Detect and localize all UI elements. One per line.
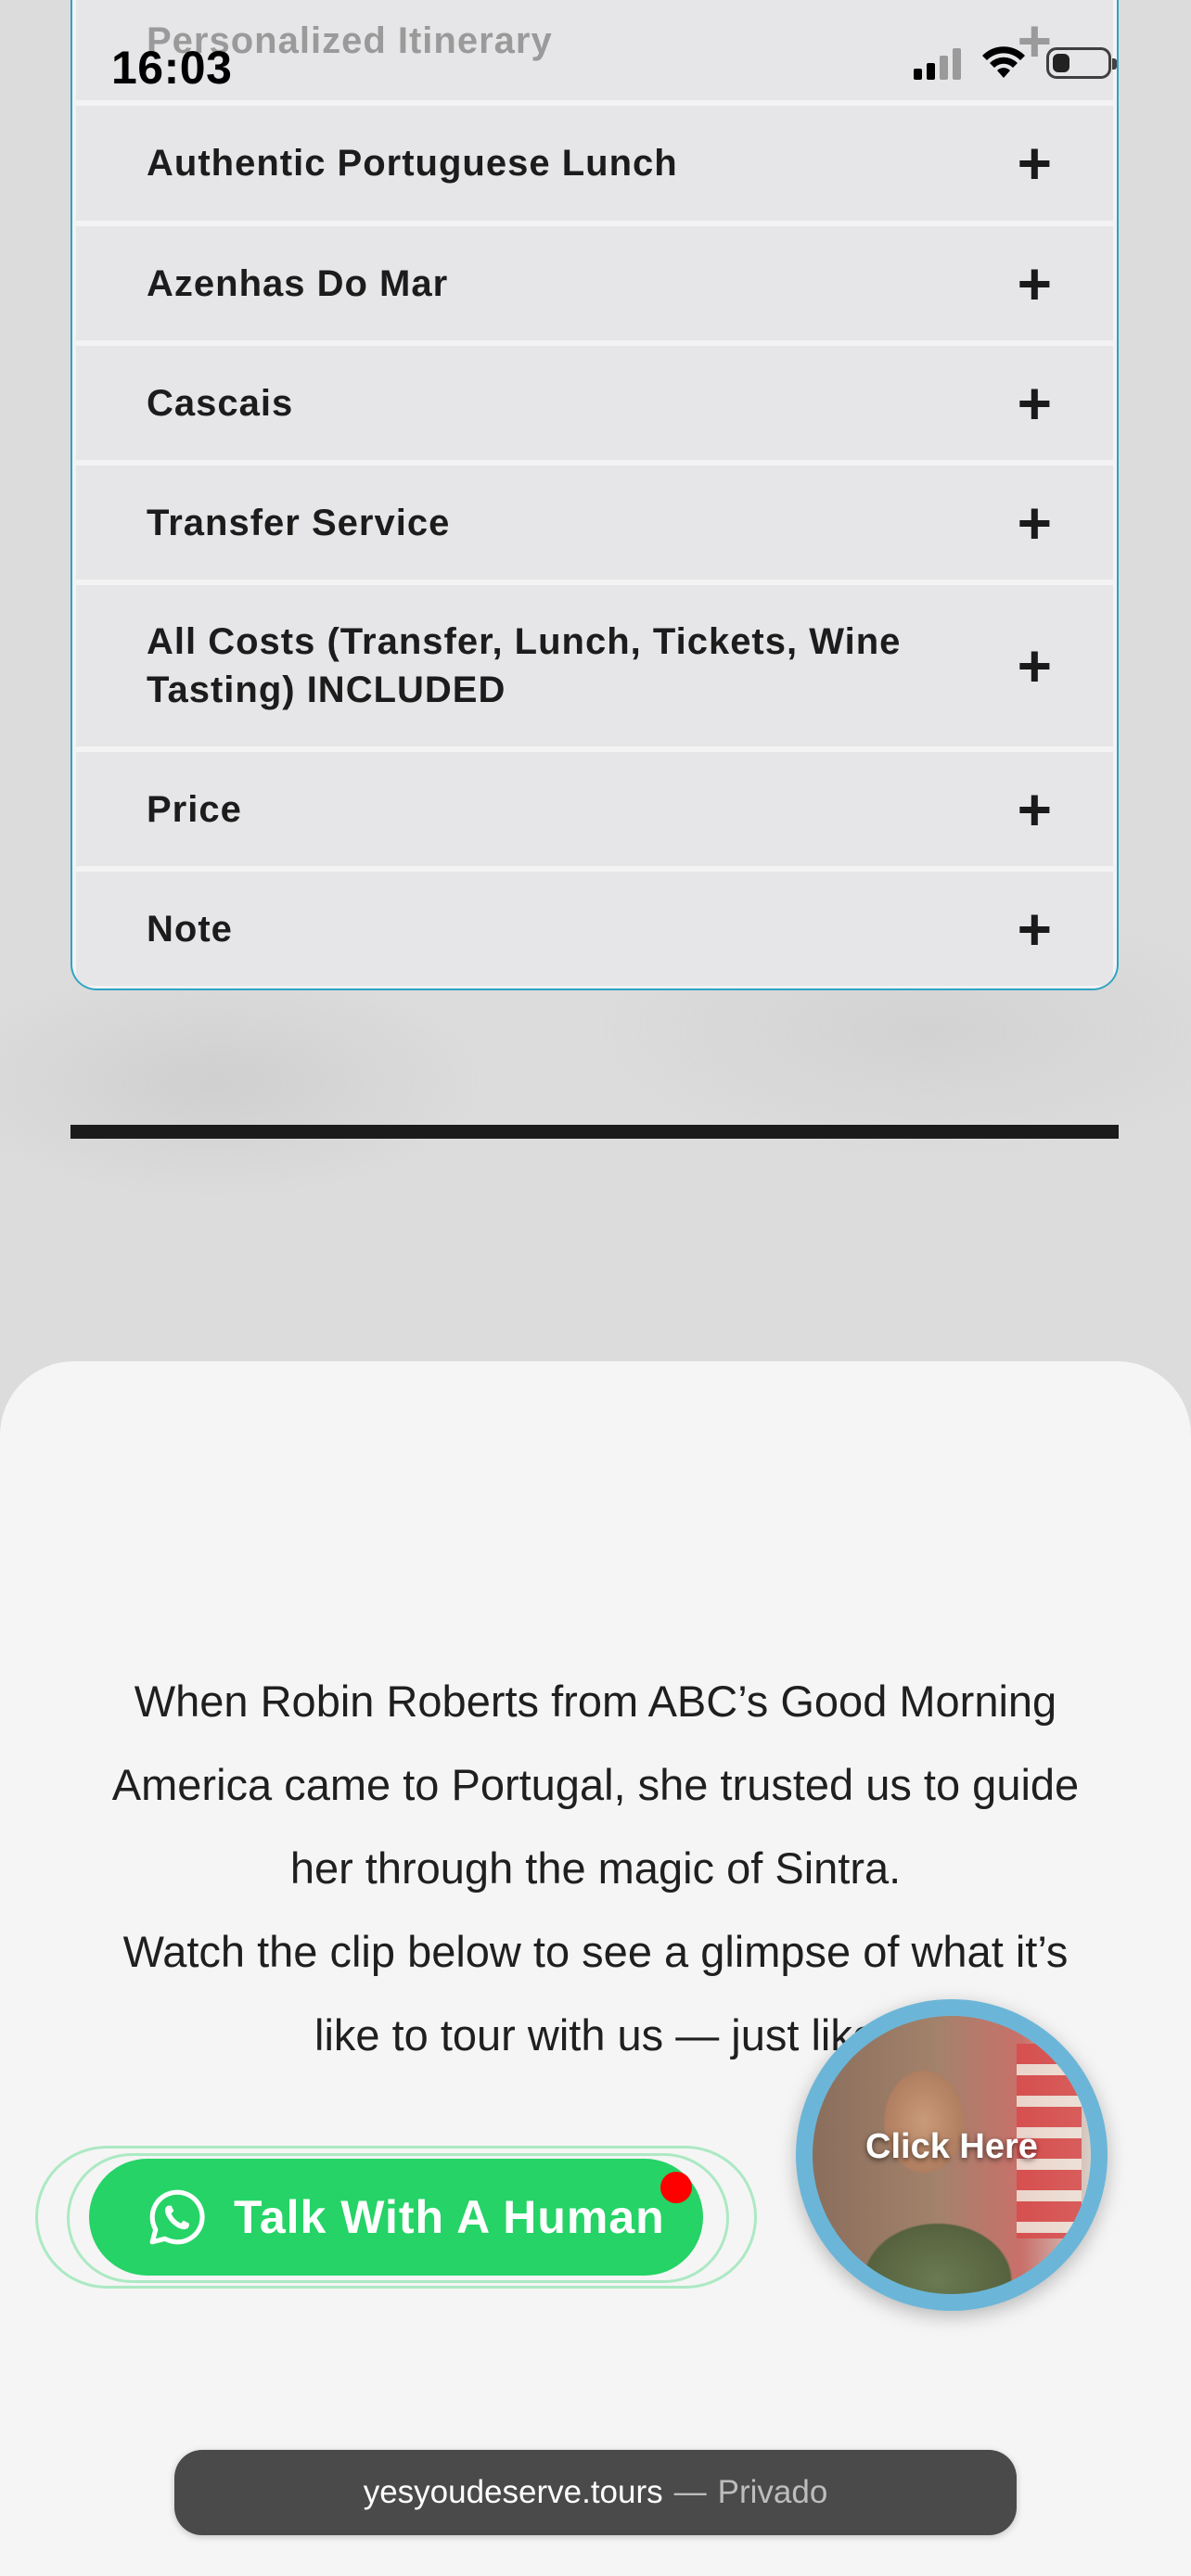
accordion-item-azenhas-do-mar[interactable]: Azenhas Do Mar + — [76, 226, 1113, 340]
url-separator: — — [673, 2474, 707, 2510]
video-click-here-label: Click Here — [865, 2127, 1038, 2166]
accordion-item-label: Azenhas Do Mar — [147, 262, 449, 304]
browser-address-bar[interactable]: yesyoudeserve.tours — Privado — [174, 2450, 1017, 2535]
tour-details-accordion: Personalized Itinerary + Authentic Portu… — [70, 0, 1119, 990]
whatsapp-icon — [149, 2189, 205, 2245]
talk-with-human-label: Talk With A Human — [234, 2191, 665, 2243]
testimonial-paragraph: When Robin Roberts from ABC’s Good Morni… — [111, 1677, 1080, 1893]
accordion-item-label: All Costs (Transfer, Lunch, Tickets, Win… — [147, 621, 902, 710]
plus-icon: + — [1017, 489, 1052, 556]
section-divider — [70, 1125, 1119, 1139]
accordion-item-label: Note — [147, 908, 233, 950]
plus-icon: + — [1017, 249, 1052, 317]
talk-with-human-button[interactable]: Talk With A Human — [89, 2159, 703, 2276]
plus-icon: + — [1017, 775, 1052, 843]
accordion-item-label: Price — [147, 788, 242, 830]
accordion-item-transfer-service[interactable]: Transfer Service + — [76, 465, 1113, 580]
private-mode-label: Privado — [717, 2474, 828, 2510]
status-bar-time: 16:03 — [111, 42, 233, 94]
plus-icon: + — [1017, 130, 1052, 197]
accordion-item-cascais[interactable]: Cascais + — [76, 346, 1113, 460]
accordion-item-note[interactable]: Note + — [76, 872, 1113, 986]
notification-dot — [660, 2172, 692, 2203]
accordion-item-price[interactable]: Price + — [76, 752, 1113, 866]
plus-icon: + — [1017, 369, 1052, 437]
video-preview-bubble[interactable]: Click Here — [796, 1999, 1108, 2311]
status-bar-icons — [914, 46, 1117, 80]
accordion-item-label: Authentic Portuguese Lunch — [147, 143, 678, 184]
plus-icon: + — [1017, 632, 1052, 699]
url-domain: yesyoudeserve.tours — [363, 2474, 663, 2510]
cellular-signal-icon — [914, 46, 961, 80]
battery-icon — [1046, 47, 1117, 79]
accordion-item-label: Cascais — [147, 382, 294, 424]
wifi-icon — [982, 46, 1025, 78]
plus-icon: + — [1017, 895, 1052, 963]
accordion-item-all-costs-included[interactable]: All Costs (Transfer, Lunch, Tickets, Win… — [76, 585, 1113, 746]
accordion-item-authentic-portuguese-lunch[interactable]: Authentic Portuguese Lunch + — [76, 106, 1113, 221]
accordion-item-label: Transfer Service — [147, 502, 451, 543]
